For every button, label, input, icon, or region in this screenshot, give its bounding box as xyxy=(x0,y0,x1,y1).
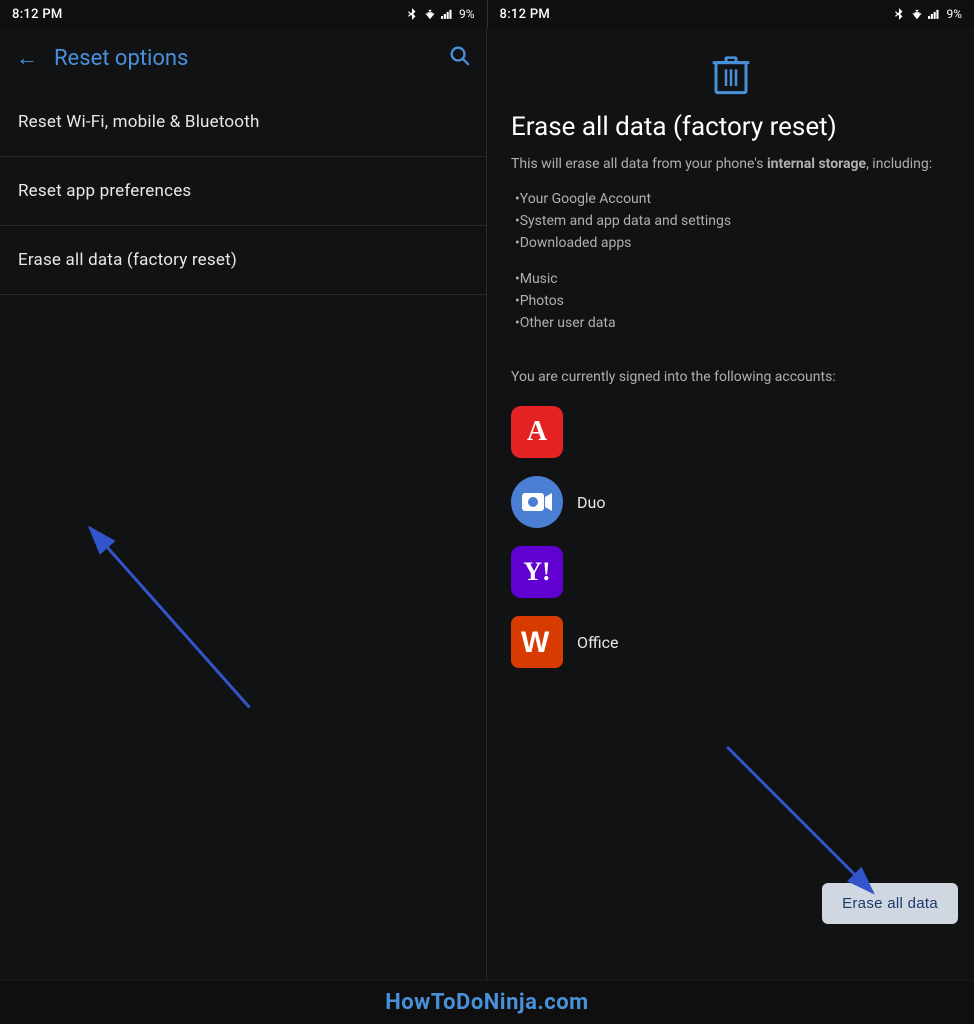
account-row-office: W Office xyxy=(511,616,950,668)
header: ← Reset options xyxy=(0,28,486,88)
adobe-icon: A xyxy=(511,406,563,458)
battery-right: 9% xyxy=(946,7,962,21)
erase-all-data-button[interactable]: Erase all data xyxy=(822,883,958,924)
trash-icon xyxy=(711,54,751,98)
bullet-system: •System and app data and settings xyxy=(511,213,950,229)
yahoo-icon: Y! xyxy=(511,546,563,598)
signed-in-text: You are currently signed into the follow… xyxy=(511,367,950,388)
left-panel: ← Reset options Reset Wi-Fi, mobile & Bl… xyxy=(0,28,487,980)
office-icon: W xyxy=(511,616,563,668)
wifi-icon xyxy=(423,8,437,20)
erase-description: This will erase all data from your phone… xyxy=(511,154,950,175)
battery-left: 9% xyxy=(459,7,475,21)
spacer-2 xyxy=(511,337,950,367)
page-title: Reset options xyxy=(54,46,448,71)
annotation-area-left xyxy=(0,295,486,980)
svg-text:W: W xyxy=(521,626,550,659)
back-button[interactable]: ← xyxy=(16,45,38,71)
office-label: Office xyxy=(577,633,619,652)
desc-suffix: , including: xyxy=(866,156,932,172)
bullet-user-data: •Other user data xyxy=(511,315,950,331)
bullet-music: •Music xyxy=(511,271,950,287)
annotation-arrow-left-svg xyxy=(0,295,486,980)
right-time: 8:12 PM xyxy=(500,7,551,22)
bluetooth-icon xyxy=(405,7,419,21)
desc-prefix: This will erase all data from your phone… xyxy=(511,156,767,172)
bullet-google: •Your Google Account xyxy=(511,191,950,207)
menu-item-factory-reset[interactable]: Erase all data (factory reset) xyxy=(0,226,486,295)
signal-icon xyxy=(441,8,455,20)
menu-item-wifi[interactable]: Reset Wi-Fi, mobile & Bluetooth xyxy=(0,88,486,157)
right-status-icons: 9% xyxy=(892,7,962,21)
menu-item-app-prefs[interactable]: Reset app preferences xyxy=(0,157,486,226)
account-row-yahoo: Y! xyxy=(511,546,950,598)
watermark-text: HowToDoNinja.com xyxy=(385,990,589,1015)
spacer-1 xyxy=(511,257,950,271)
right-status: 8:12 PM 9% xyxy=(487,0,974,28)
left-status: 8:12 PM 9% xyxy=(0,0,487,28)
main-content: ← Reset options Reset Wi-Fi, mobile & Bl… xyxy=(0,28,974,980)
account-row-adobe: A xyxy=(511,406,950,458)
bullet-apps: •Downloaded apps xyxy=(511,235,950,251)
desc-bold: internal storage xyxy=(767,156,866,172)
office-logo: W xyxy=(511,616,563,668)
wifi-icon-r xyxy=(910,8,924,20)
duo-camera-icon xyxy=(521,491,553,513)
erase-title: Erase all data (factory reset) xyxy=(511,112,950,142)
account-row-duo: Duo xyxy=(511,476,950,528)
erase-btn-container: Erase all data xyxy=(822,883,958,924)
duo-label: Duo xyxy=(577,493,605,512)
bluetooth-icon-r xyxy=(892,7,906,21)
signal-icon-r xyxy=(928,8,942,20)
trash-icon-container xyxy=(511,54,950,98)
left-time: 8:12 PM xyxy=(12,7,63,22)
left-status-icons: 9% xyxy=(405,7,475,21)
duo-icon xyxy=(511,476,563,528)
search-icon[interactable] xyxy=(448,44,470,72)
right-panel: Erase all data (factory reset) This will… xyxy=(487,28,974,980)
status-bar: 8:12 PM 9% 8:12 PM xyxy=(0,0,974,28)
watermark-bar: HowToDoNinja.com xyxy=(0,980,974,1024)
bullet-photos: •Photos xyxy=(511,293,950,309)
